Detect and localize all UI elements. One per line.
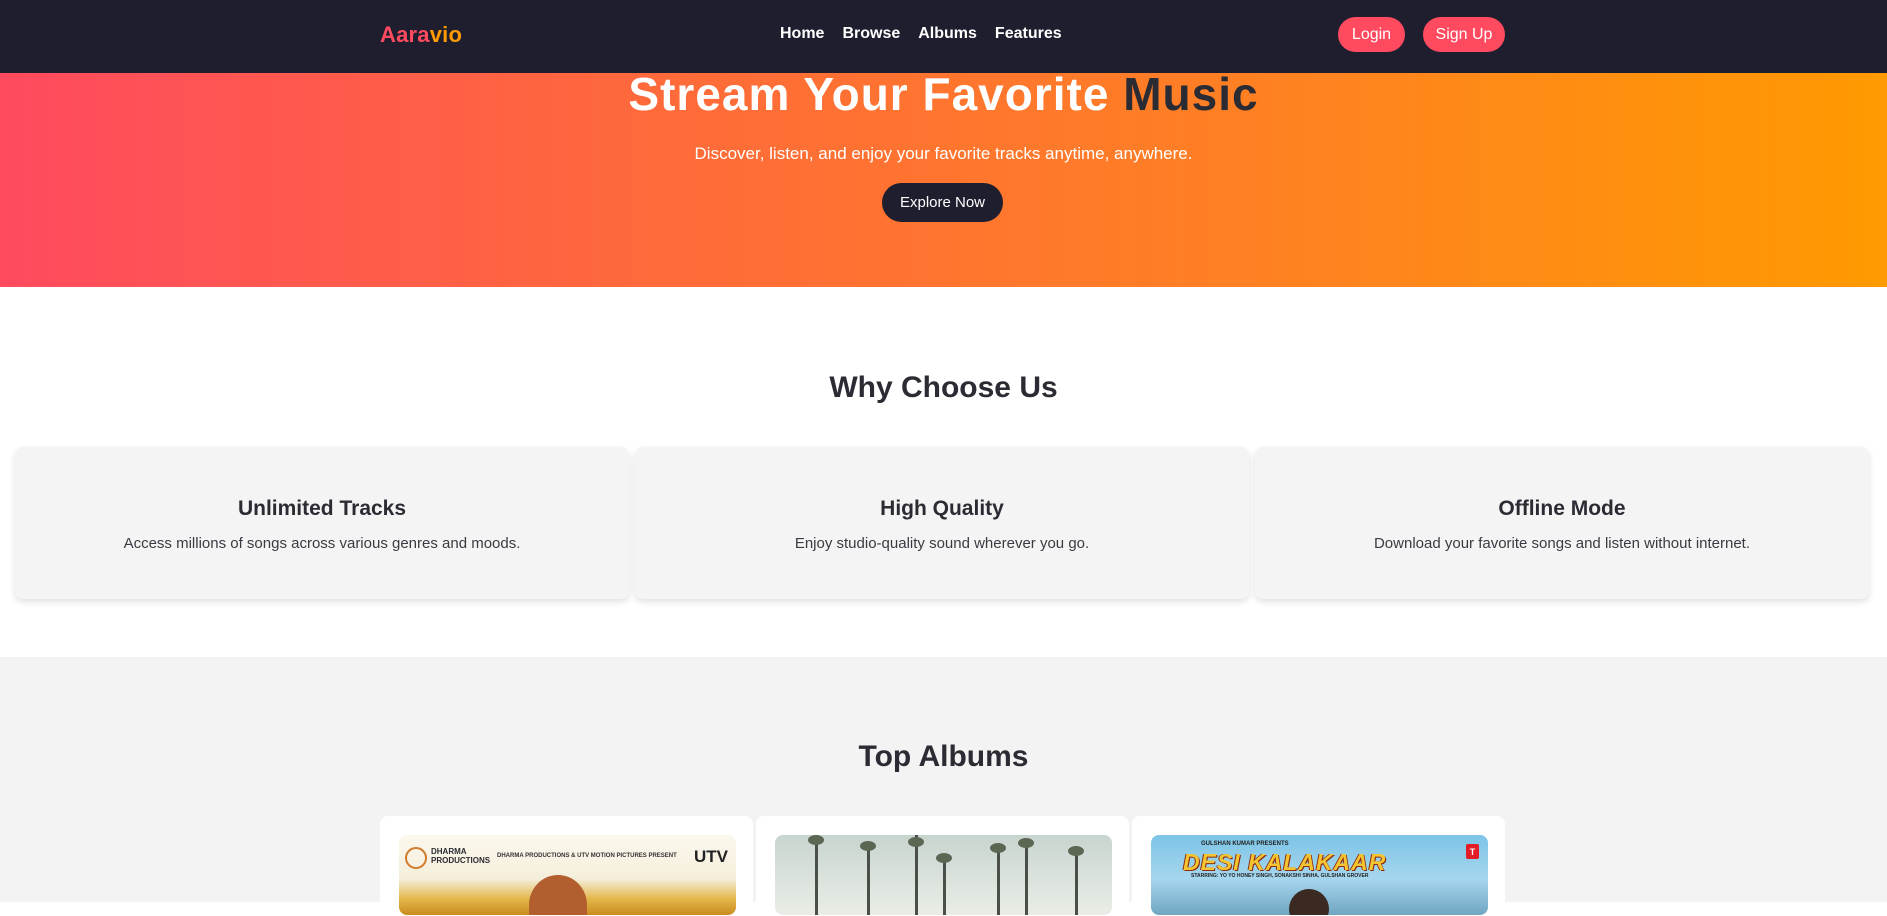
- album-card[interactable]: DHARMA PRODUCTIONS DHARMA PRODUCTIONS & …: [380, 816, 753, 916]
- hero-title: Stream Your Favorite Music: [0, 67, 1887, 121]
- hero-section: Stream Your Favorite Music Discover, lis…: [0, 68, 1887, 287]
- album-list: DHARMA PRODUCTIONS DHARMA PRODUCTIONS & …: [380, 816, 1505, 916]
- cover-credits-text: STARRING: YO YO HONEY SINGH, SONAKSHI SI…: [1191, 873, 1369, 879]
- album-card[interactable]: GULSHAN KUMAR PRESENTS DESI KALAKAAR STA…: [1132, 816, 1505, 916]
- tseries-logo-icon: T: [1466, 844, 1479, 859]
- production-logo-icon: [405, 847, 427, 869]
- hero-subtitle: Discover, listen, and enjoy your favorit…: [694, 144, 1193, 163]
- feature-card: Unlimited Tracks Access millions of song…: [15, 447, 629, 599]
- logo-part2: vio: [429, 22, 463, 47]
- cover-presenter-text: GULSHAN KUMAR PRESENTS: [1201, 841, 1289, 847]
- cover-brand-left: DHARMA PRODUCTIONS: [431, 847, 491, 865]
- feature-list: Unlimited Tracks Access millions of song…: [15, 447, 1869, 599]
- feature-title: Unlimited Tracks: [237, 497, 407, 520]
- album-cover-image: [775, 835, 1112, 915]
- why-choose-us-section: Why Choose Us Unlimited Tracks Access mi…: [0, 287, 1887, 657]
- nav-link-browse[interactable]: Browse: [842, 25, 900, 43]
- hero-title-accent: Music: [1123, 68, 1259, 120]
- login-button[interactable]: Login: [1338, 17, 1405, 52]
- cover-presenter-text: DHARMA PRODUCTIONS & UTV MOTION PICTURES…: [497, 853, 677, 859]
- cover-figure: [529, 875, 587, 915]
- feature-card: Offline Mode Download your favorite song…: [1255, 447, 1869, 599]
- section-title: Top Albums: [858, 740, 1029, 773]
- cover-figure: [1289, 889, 1329, 915]
- feature-title: High Quality: [880, 497, 1004, 520]
- feature-card: High Quality Enjoy studio-quality sound …: [635, 447, 1249, 599]
- signup-button[interactable]: Sign Up: [1423, 17, 1505, 52]
- album-card[interactable]: [756, 816, 1129, 916]
- feature-description: Access millions of songs across various …: [123, 535, 521, 552]
- hero-title-main: Stream Your Favorite: [628, 68, 1110, 120]
- album-cover-image: GULSHAN KUMAR PRESENTS DESI KALAKAAR STA…: [1151, 835, 1488, 915]
- cover-brand-right: UTV: [694, 847, 728, 866]
- logo[interactable]: Aaravio: [380, 22, 462, 48]
- navbar: Aaravio Home Browse Albums Features Logi…: [0, 0, 1887, 73]
- feature-title: Offline Mode: [1498, 497, 1626, 520]
- feature-description: Download your favorite songs and listen …: [1373, 535, 1751, 552]
- feature-description: Enjoy studio-quality sound wherever you …: [794, 535, 1090, 552]
- nav-link-home[interactable]: Home: [780, 25, 824, 43]
- album-cover-image: DHARMA PRODUCTIONS DHARMA PRODUCTIONS & …: [399, 835, 736, 915]
- top-albums-section: Top Albums DHARMA PRODUCTIONS DHARMA PRO…: [0, 657, 1887, 916]
- nav-link-albums[interactable]: Albums: [918, 25, 977, 43]
- cover-title-text: DESI KALAKAAR: [1183, 849, 1387, 875]
- logo-part1: Aara: [380, 22, 430, 47]
- nav-links: Home Browse Albums Features: [780, 25, 1062, 43]
- section-title: Why Choose Us: [829, 371, 1058, 404]
- nav-link-features[interactable]: Features: [995, 25, 1062, 43]
- explore-now-button[interactable]: Explore Now: [882, 183, 1003, 222]
